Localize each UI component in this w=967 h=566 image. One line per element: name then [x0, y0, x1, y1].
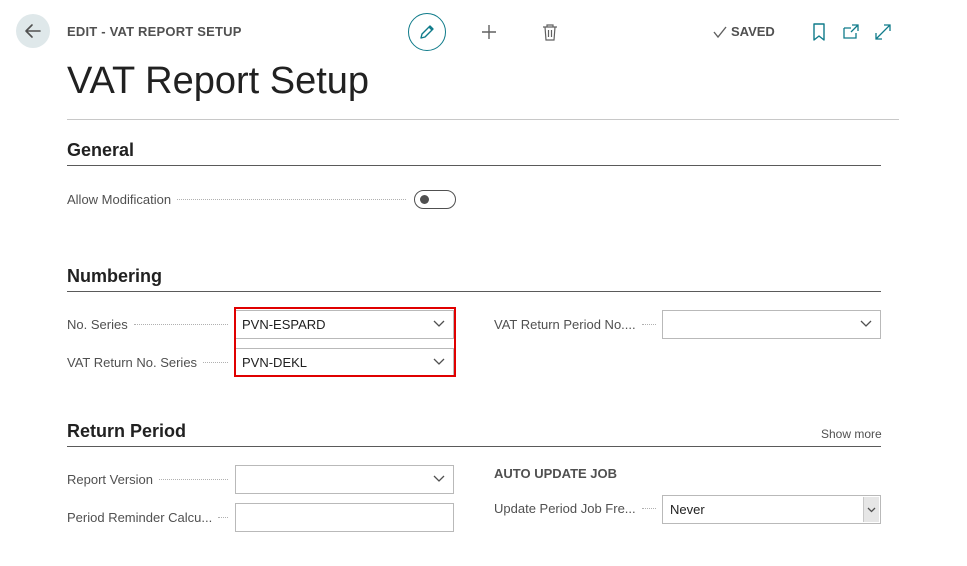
back-button[interactable] — [16, 14, 50, 48]
no-series-label: No. Series — [67, 317, 234, 332]
label-leader-dots — [641, 508, 656, 509]
update-period-job-freq-label: Update Period Job Fre... — [494, 501, 662, 516]
title-divider — [67, 119, 899, 120]
bookmark-icon — [813, 23, 825, 41]
vat-return-no-series-label-text: VAT Return No. Series — [67, 355, 198, 370]
chevron-down-icon[interactable] — [433, 320, 445, 328]
open-new-window-button[interactable] — [842, 23, 860, 41]
label-leader-dots — [641, 324, 656, 325]
back-arrow-icon — [25, 24, 41, 38]
toggle-knob — [420, 195, 429, 204]
open-new-window-icon — [843, 24, 859, 39]
chevron-down-icon[interactable] — [860, 320, 872, 328]
period-reminder-input[interactable] — [235, 503, 454, 532]
section-title-return-period: Return Period — [67, 421, 187, 441]
update-period-job-freq-label-text: Update Period Job Fre... — [494, 501, 636, 516]
no-series-input[interactable]: PVN-ESPARD — [235, 310, 454, 339]
page-title: VAT Report Setup — [67, 60, 370, 102]
section-divider-numbering — [67, 291, 881, 292]
report-version-label: Report Version — [67, 472, 234, 487]
chevron-down-icon[interactable] — [433, 358, 445, 366]
update-period-job-freq-value: Never — [670, 502, 705, 517]
allow-modification-toggle[interactable] — [414, 190, 456, 209]
section-title-general: General — [67, 140, 135, 160]
no-series-value: PVN-ESPARD — [242, 317, 326, 332]
report-version-label-text: Report Version — [67, 472, 153, 487]
breadcrumb: EDIT - VAT REPORT SETUP — [67, 24, 242, 39]
allow-modification-label: Allow Modification — [67, 192, 412, 207]
report-version-input[interactable] — [235, 465, 454, 494]
label-leader-dots — [133, 324, 228, 325]
period-reminder-label: Period Reminder Calcu... — [67, 510, 234, 525]
section-divider-general — [67, 165, 881, 166]
edit-button[interactable] — [408, 13, 446, 51]
expand-button[interactable] — [874, 23, 892, 41]
vat-return-no-series-input[interactable]: PVN-DEKL — [235, 348, 454, 377]
vat-return-no-series-label: VAT Return No. Series — [67, 355, 234, 370]
saved-status: SAVED — [712, 24, 775, 39]
trash-icon — [543, 24, 557, 41]
new-button[interactable] — [479, 22, 499, 42]
plus-icon — [482, 25, 496, 39]
bookmark-button[interactable] — [811, 23, 827, 41]
pencil-icon — [420, 25, 434, 39]
vat-return-period-no-label: VAT Return Period No.... — [494, 317, 662, 332]
chevron-down-icon — [867, 507, 876, 512]
vat-return-no-series-value: PVN-DEKL — [242, 355, 308, 370]
checkmark-icon — [713, 26, 727, 38]
vat-return-period-no-label-text: VAT Return Period No.... — [494, 317, 636, 332]
expand-icon — [875, 24, 891, 40]
section-title-numbering: Numbering — [67, 266, 163, 286]
update-period-job-freq-select[interactable]: Never — [662, 495, 881, 524]
section-divider-return-period — [67, 446, 881, 447]
select-arrow-button[interactable] — [863, 497, 879, 522]
saved-label: SAVED — [731, 24, 775, 39]
allow-modification-label-text: Allow Modification — [67, 192, 172, 207]
label-leader-dots — [218, 517, 228, 518]
no-series-label-text: No. Series — [67, 317, 128, 332]
auto-update-job-heading: AUTO UPDATE JOB — [494, 466, 618, 481]
label-leader-dots — [203, 362, 228, 363]
label-leader-dots — [159, 479, 228, 480]
period-reminder-label-text: Period Reminder Calcu... — [67, 510, 213, 525]
show-more-link[interactable]: Show more — [821, 427, 882, 441]
label-leader-dots — [177, 199, 406, 200]
delete-button[interactable] — [541, 22, 559, 42]
vat-return-period-no-input[interactable] — [662, 310, 881, 339]
chevron-down-icon[interactable] — [433, 475, 445, 483]
